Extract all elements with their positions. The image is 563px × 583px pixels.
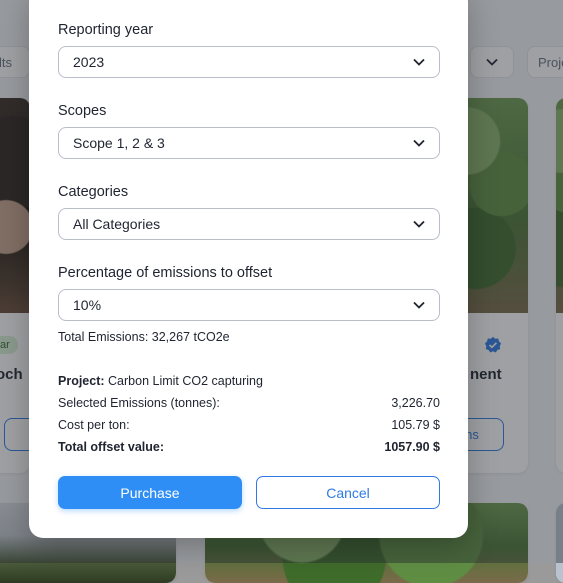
categories-label: Categories [58,184,129,200]
total-offset-value: 1057.90 $ [384,440,440,454]
total-emissions-text: Total Emissions: 32,267 tCO2e [58,330,230,344]
selected-emissions-value: 3,226.70 [391,396,440,410]
chevron-down-icon [413,220,425,228]
cancel-button[interactable]: Cancel [256,476,440,509]
cost-per-ton-label: Cost per ton: [58,418,130,432]
reporting-year-select[interactable]: 2023 [58,46,440,78]
scopes-value: Scope 1, 2 & 3 [73,135,165,151]
total-offset-row: Total offset value: 1057.90 $ [58,440,440,454]
cost-per-ton-value: 105.79 $ [391,418,440,432]
chevron-down-icon [413,301,425,309]
project-label: Project: [58,374,105,388]
categories-value: All Categories [73,216,161,232]
scopes-select[interactable]: Scope 1, 2 & 3 [58,127,440,159]
cost-per-ton-row: Cost per ton: 105.79 $ [58,418,440,432]
categories-select[interactable]: All Categories [58,208,440,240]
total-offset-label: Total offset value: [58,440,165,454]
reporting-year-value: 2023 [73,54,105,70]
purchase-offset-modal: Reporting year 2023 Scopes Scope 1, 2 & … [29,0,468,538]
selected-emissions-label: Selected Emissions (tonnes): [58,396,220,410]
chevron-down-icon [413,139,425,147]
project-row: Project: Carbon Limit CO2 capturing [58,374,440,388]
offset-percentage-select[interactable]: 10% [58,289,440,321]
chevron-down-icon [413,58,425,66]
offset-percentage-value: 10% [73,297,102,313]
offset-percentage-label: Percentage of emissions to offset [58,265,273,281]
purchase-button[interactable]: Purchase [58,476,242,509]
scopes-label: Scopes [58,103,107,119]
selected-emissions-row: Selected Emissions (tonnes): 3,226.70 [58,396,440,410]
project-value: Carbon Limit CO2 capturing [108,374,263,388]
reporting-year-label: Reporting year [58,22,154,38]
